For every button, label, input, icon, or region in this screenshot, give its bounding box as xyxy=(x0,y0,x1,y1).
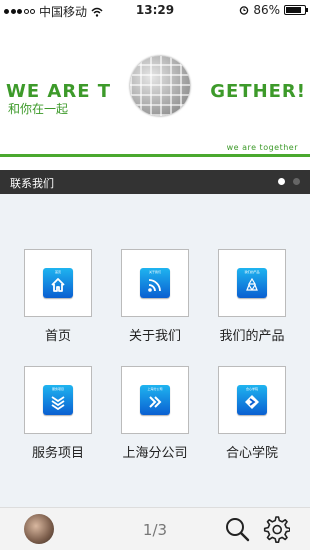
photo-globe-logo xyxy=(130,56,190,116)
menu-grid: 首页 首页 关于我们 关于我们 我们的产品 我们的产品 服务项目 服务项目 上海… xyxy=(0,194,310,507)
rss-icon: 关于我们 xyxy=(140,268,170,298)
layers-icon: 服务项目 xyxy=(43,385,73,415)
tile-label: 关于我们 xyxy=(128,329,181,344)
banner-divider xyxy=(0,154,310,157)
banner-title-right: GETHER! xyxy=(210,80,306,102)
tile-box[interactable]: 关于我们 xyxy=(121,249,189,317)
tile-label: 首页 xyxy=(44,329,71,344)
page-dot[interactable] xyxy=(278,178,285,185)
banner-subtitle: 和你在一起 xyxy=(8,102,69,116)
alarm-icon xyxy=(240,6,249,15)
battery-icon xyxy=(284,5,308,15)
home-icon: 首页 xyxy=(43,268,73,298)
battery-percent: 86% xyxy=(253,3,280,17)
tile-hexin-academy[interactable]: 合心学院 合心学院 xyxy=(218,366,286,461)
tile-box[interactable]: 我们的产品 xyxy=(218,249,286,317)
tile-home[interactable]: 首页 首页 xyxy=(24,249,92,344)
double-chevron-icon: 上海分公司 xyxy=(140,385,170,415)
tile-label: 我们的产品 xyxy=(219,329,285,344)
tile-label: 合心学院 xyxy=(225,446,278,461)
gear-icon[interactable] xyxy=(262,515,290,543)
tile-box[interactable]: 上海分公司 xyxy=(121,366,189,434)
tile-box[interactable]: 合心学院 xyxy=(218,366,286,434)
tile-shanghai-branch[interactable]: 上海分公司 上海分公司 xyxy=(121,366,189,461)
bottom-toolbar: 1/3 xyxy=(0,507,310,550)
page-dot[interactable] xyxy=(293,178,300,185)
banner-tagline: we are together xyxy=(226,143,298,152)
diamond-arrow-icon: 合心学院 xyxy=(237,385,267,415)
section-bar: 联系我们 xyxy=(0,170,310,194)
status-right: 86% xyxy=(239,3,308,17)
recycle-icon: 我们的产品 xyxy=(237,268,267,298)
search-icon[interactable] xyxy=(224,516,250,542)
tile-about-us[interactable]: 关于我们 关于我们 xyxy=(121,249,189,344)
tile-box[interactable]: 服务项目 xyxy=(24,366,92,434)
banner-title-left: WE ARE T xyxy=(6,80,112,102)
page-dots[interactable] xyxy=(278,178,300,185)
header-banner: WE ARE T GETHER! 和你在一起 we are together xyxy=(0,20,310,160)
section-title: 联系我们 xyxy=(10,177,54,190)
tile-label: 服务项目 xyxy=(31,446,84,461)
tile-box[interactable]: 首页 xyxy=(24,249,92,317)
tile-label: 上海分公司 xyxy=(122,446,188,461)
tile-services[interactable]: 服务项目 服务项目 xyxy=(24,366,92,461)
tile-products[interactable]: 我们的产品 我们的产品 xyxy=(218,249,286,344)
status-bar: 中国移动 13:29 86% xyxy=(0,0,310,20)
